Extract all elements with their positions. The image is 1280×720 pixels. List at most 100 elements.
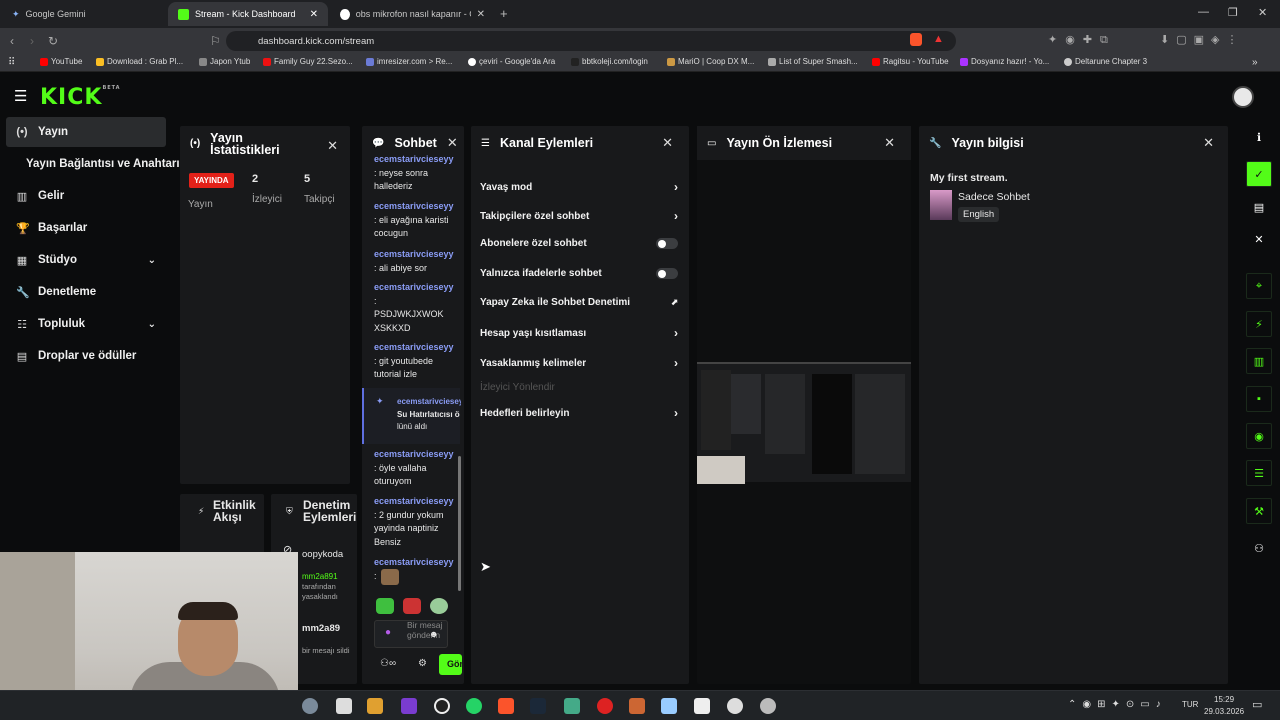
close-icon[interactable]: ✕ (1246, 226, 1272, 252)
users-icon[interactable]: ⚇ (1246, 535, 1272, 561)
apps-grid-icon[interactable]: ⠿ (8, 57, 15, 68)
tab-close-icon[interactable]: ✕ (310, 9, 318, 20)
taskbar-app-icon[interactable] (727, 698, 743, 714)
sidebar-item-moderation[interactable]: 🔧 Denetleme (6, 277, 166, 307)
tab-close-icon[interactable]: ✕ (477, 9, 485, 20)
keyboard-language[interactable]: TUR (1182, 700, 1198, 709)
close-icon[interactable]: ✕ (1203, 135, 1214, 151)
wrench-icon[interactable]: ⚒ (1246, 498, 1272, 524)
action-emotes-only[interactable]: Yalnızca ifadelerle sohbet (480, 268, 678, 279)
emote-icon[interactable] (403, 598, 421, 614)
check-icon[interactable]: ✓ (1246, 161, 1272, 187)
window-close-icon[interactable]: ✕ (1258, 6, 1267, 19)
sidebar-item-drops[interactable]: ▤ Droplar ve ödüller (6, 341, 166, 371)
settings-gear-icon[interactable]: ⚙ (418, 658, 427, 669)
sidebar-item-community[interactable]: ☷ Topluluk ⌄ (6, 309, 166, 339)
avatar[interactable] (1232, 86, 1254, 108)
bookmark-item[interactable]: Ragitsu - YouTube (872, 57, 949, 66)
taskbar-vs-icon[interactable] (401, 698, 417, 714)
toggle-switch[interactable] (656, 238, 678, 249)
list-icon[interactable]: ☰ (1246, 460, 1272, 486)
close-icon[interactable]: ✕ (447, 135, 458, 151)
taskbar-steam-icon[interactable] (530, 698, 546, 714)
bookmark-item[interactable]: MariO | Coop DX M... (667, 57, 754, 66)
send-button[interactable]: Gönder (439, 654, 462, 675)
bookmark-item[interactable]: YouTube (40, 57, 82, 66)
taskbar-app-icon[interactable] (597, 698, 613, 714)
maximize-icon[interactable]: ❐ (1228, 6, 1238, 19)
bookmark-item[interactable]: Dosyanız hazır! - Yo... (960, 57, 1049, 66)
bookmark-item[interactable]: bbtkoleji.com/login (571, 57, 648, 66)
layout-icon[interactable]: ▤ (1246, 194, 1272, 220)
action-ai-moderation[interactable]: Yapay Zeka ile Sohbet Denetimi ⬈ (480, 297, 678, 308)
broadcast-icon[interactable]: ◉ (1246, 423, 1272, 449)
taskbar-app-icon[interactable] (629, 698, 645, 714)
clipboard-icon[interactable]: ▥ (1246, 348, 1272, 374)
users-icon[interactable]: ⚇∞ (380, 658, 396, 669)
sidebar-item-achievements[interactable]: 🏆 Başarılar (6, 213, 166, 243)
close-icon[interactable]: ✕ (884, 135, 895, 151)
more-bookmarks-icon[interactable]: » (1252, 57, 1258, 68)
taskbar-app-icon[interactable] (760, 698, 776, 714)
taskbar-file-icon[interactable] (336, 698, 352, 714)
taskbar-app-icon[interactable] (661, 698, 677, 714)
focus-icon[interactable]: ⌖ (1246, 273, 1272, 299)
minimize-icon[interactable]: — (1198, 6, 1209, 18)
clock-time[interactable]: 15:29 (1214, 695, 1234, 704)
reload-icon[interactable]: ↻ (48, 34, 58, 48)
bookmark-item[interactable]: Download : Grab Pl... (96, 57, 183, 66)
taskbar-whatsapp-icon[interactable] (466, 698, 482, 714)
hamburger-menu-icon[interactable]: ☰ (14, 87, 27, 105)
tab-google-search[interactable]: obs mikrofon nasıl kapanır - Google' ✕ (330, 2, 495, 26)
tab-kick-dashboard[interactable]: Stream - Kick Dashboard ✕ (168, 2, 328, 26)
action-subscribers-only[interactable]: Abonelere özel sohbet (480, 238, 678, 249)
bookmark-item[interactable]: çeviri - Google'da Ara (468, 57, 555, 66)
action-set-goals[interactable]: Hedefleri belirleyin › (480, 406, 678, 420)
bolt-icon[interactable]: ⚡ (1246, 311, 1272, 337)
toggle-switch[interactable] (656, 268, 678, 279)
bookmark-item[interactable]: imresizer.com > Re... (366, 57, 452, 66)
clock-date[interactable]: 29.03.2026 (1204, 707, 1244, 716)
action-followers-only[interactable]: Takipçilere özel sohbet › (480, 209, 678, 223)
url-bar[interactable]: dashboard.kick.com/stream (226, 31, 956, 51)
brave-rewards-icon[interactable]: ▲ (933, 33, 944, 45)
menu-icon[interactable]: ⬇▢▣◈⋮ (1160, 33, 1270, 46)
emoji-icon[interactable]: ☻ (429, 629, 438, 639)
bookmark-item[interactable]: List of Super Smash... (768, 57, 858, 66)
sidebar-item-revenue[interactable]: ▥ Gelir (6, 181, 166, 211)
chat-icon[interactable]: ▪ (1246, 386, 1272, 412)
info-icon[interactable]: ℹ (1246, 124, 1272, 150)
taskbar-brave-icon[interactable] (498, 698, 514, 714)
close-icon[interactable]: ✕ (662, 135, 673, 151)
bookmark-icon[interactable]: ⚐ (210, 34, 221, 48)
action-slow-mode[interactable]: Yavaş mod › (480, 180, 678, 194)
taskbar-obs-icon[interactable] (434, 698, 450, 714)
bookmark-item[interactable]: Deltarune Chapter 3 (1064, 57, 1147, 66)
close-icon[interactable]: ✕ (327, 138, 338, 154)
kick-favicon-icon (178, 8, 189, 20)
microphone-icon[interactable]: ● (385, 627, 391, 638)
new-tab-icon[interactable]: + (500, 6, 508, 21)
bookmark-item[interactable]: Japon Ytub (199, 57, 250, 66)
taskbar-explorer-icon[interactable] (367, 698, 383, 714)
action-banned-words[interactable]: Yasaklanmış kelimeler › (480, 356, 678, 370)
sidebar-item-studio[interactable]: ▦ Stüdyo ⌄ (6, 245, 166, 275)
action-account-age[interactable]: Hesap yaşı kısıtlaması › (480, 326, 678, 340)
tab-gemini[interactable]: ✦ Google Gemini (2, 2, 167, 26)
taskbar-app-icon[interactable] (694, 698, 710, 714)
back-icon[interactable]: ‹ (10, 34, 14, 48)
chat-input[interactable]: ● Bir mesaj gönderin ☻ (374, 620, 448, 648)
brave-shield-icon[interactable] (910, 33, 922, 46)
taskbar-app-icon[interactable] (564, 698, 580, 714)
system-tray-icons[interactable]: ⌃◉⊞✦⊙▭♪ (1068, 699, 1167, 710)
sidebar-item-stream[interactable]: (•) Yayın (6, 117, 166, 147)
notification-icon[interactable]: ▭ (1252, 698, 1262, 711)
preview-video[interactable] (697, 362, 911, 484)
bookmark-item[interactable]: Family Guy 22.Sezo... (263, 57, 353, 66)
sidebar-item-stream-key[interactable]: Yayın Bağlantısı ve Anahtarı (16, 149, 186, 179)
emote-icon[interactable] (430, 598, 448, 614)
kick-logo[interactable]: KICKBETA (40, 85, 121, 110)
taskbar-app-icon[interactable] (302, 698, 318, 714)
emote-icon[interactable] (376, 598, 394, 614)
forward-icon[interactable]: › (30, 34, 34, 48)
